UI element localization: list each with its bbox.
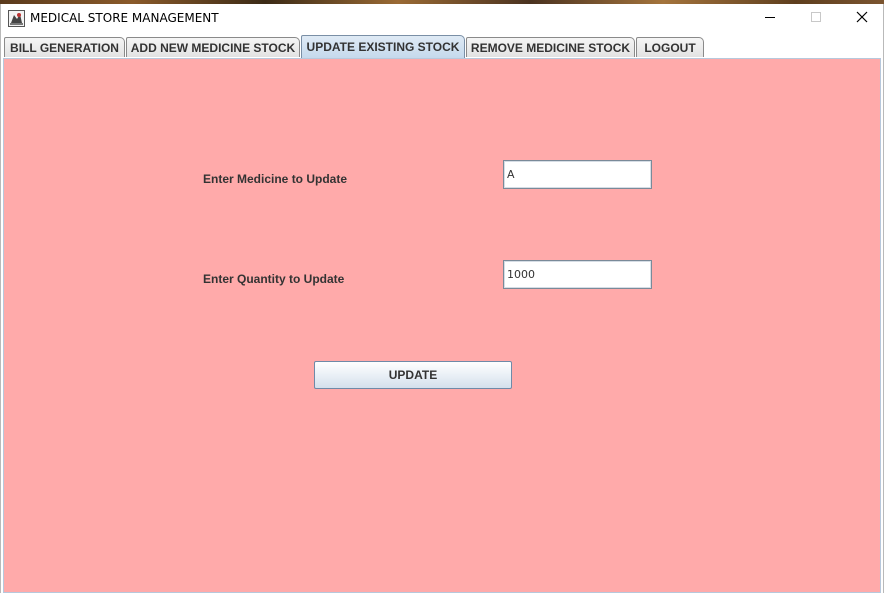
tab-label: ADD NEW MEDICINE STOCK xyxy=(130,40,296,55)
tab-add-new-medicine-stock[interactable]: ADD NEW MEDICINE STOCK xyxy=(126,37,300,57)
tab-update-existing-stock[interactable]: UPDATE EXISTING STOCK xyxy=(301,35,465,58)
minimize-button[interactable] xyxy=(747,4,793,34)
medicine-input[interactable] xyxy=(503,160,652,189)
update-button[interactable]: UPDATE xyxy=(314,361,512,389)
quantity-label: Enter Quantity to Update xyxy=(203,272,345,286)
maximize-icon xyxy=(810,10,822,28)
quantity-input[interactable] xyxy=(503,260,652,289)
close-button[interactable] xyxy=(839,4,884,34)
tab-label: REMOVE MEDICINE STOCK xyxy=(470,40,631,55)
tab-label: LOGOUT xyxy=(644,40,696,55)
close-icon xyxy=(856,10,868,28)
tab-label: BILL GENERATION xyxy=(10,40,119,55)
tab-bill-generation[interactable]: BILL GENERATION xyxy=(4,37,125,57)
title-bar[interactable]: MEDICAL STORE MANAGEMENT xyxy=(1,4,883,34)
tab-label: UPDATE EXISTING STOCK xyxy=(306,40,460,54)
medical-store-app-icon xyxy=(8,10,25,27)
application-window: MEDICAL STORE MANAGEMENT BILL GENERATION xyxy=(0,4,884,593)
tab-bar: BILL GENERATION ADD NEW MEDICINE STOCK U… xyxy=(1,34,883,58)
tab-remove-medicine-stock[interactable]: REMOVE MEDICINE STOCK xyxy=(466,37,635,57)
update-stock-panel: Enter Medicine to Update Enter Quantity … xyxy=(3,58,881,593)
maximize-button[interactable] xyxy=(793,4,839,34)
update-button-label: UPDATE xyxy=(388,368,438,382)
tab-logout[interactable]: LOGOUT xyxy=(636,37,704,57)
window-title: MEDICAL STORE MANAGEMENT xyxy=(30,11,219,25)
minimize-icon xyxy=(764,10,776,28)
medicine-label: Enter Medicine to Update xyxy=(203,172,348,186)
